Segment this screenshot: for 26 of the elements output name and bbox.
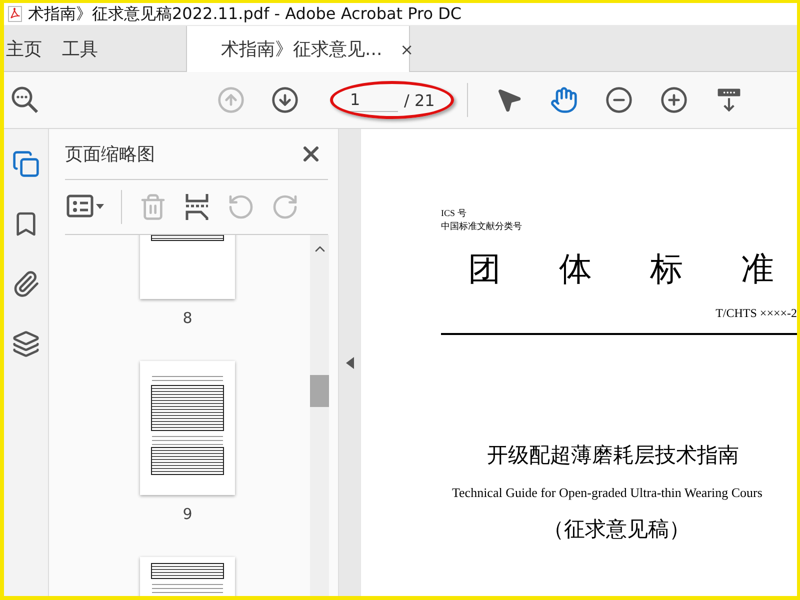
document-title: 开级配超薄磨耗层技术指南 bbox=[487, 442, 740, 468]
tab[interactable]: 主页 bbox=[4, 27, 60, 71]
ics-label: ICS 号 bbox=[441, 207, 468, 220]
collapse-arrow-icon[interactable] bbox=[346, 356, 354, 368]
banner-heading: 体 bbox=[559, 248, 592, 290]
standard-code: T/CHTS ××××-2 bbox=[716, 306, 797, 321]
page-number-label: 8 bbox=[182, 309, 192, 327]
banner-heading: 准 bbox=[741, 248, 774, 290]
pdf-file-icon bbox=[8, 6, 22, 22]
page-thumbnail[interactable] bbox=[140, 557, 235, 596]
page-total: / 21 bbox=[404, 90, 435, 110]
page-number-field[interactable]: 1 bbox=[346, 88, 398, 112]
banner-heading: 团 bbox=[468, 248, 501, 290]
tab[interactable]: 工具 bbox=[60, 27, 116, 71]
page-thumbnail[interactable] bbox=[140, 235, 235, 299]
classification-label: 中国标准文献分类号 bbox=[441, 220, 523, 233]
english-title: Technical Guide for Open-graded Ultra-thin Wearing Cours bbox=[452, 484, 764, 500]
tab[interactable]: 术指南》征求意见... × bbox=[186, 26, 410, 72]
draft-status: （征求意见稿） bbox=[543, 516, 691, 542]
page-number-label: 9 bbox=[182, 505, 192, 523]
window-title: 术指南》征求意见稿2022.11.pdf - Adobe Acrobat Pro DC bbox=[28, 4, 462, 24]
panel-title: 页面缩略图 bbox=[65, 143, 155, 166]
banner-heading: 标 bbox=[650, 248, 683, 290]
scroll-thumb[interactable] bbox=[310, 375, 329, 407]
page-thumbnail[interactable] bbox=[140, 361, 235, 495]
scrollbar[interactable] bbox=[310, 235, 329, 596]
